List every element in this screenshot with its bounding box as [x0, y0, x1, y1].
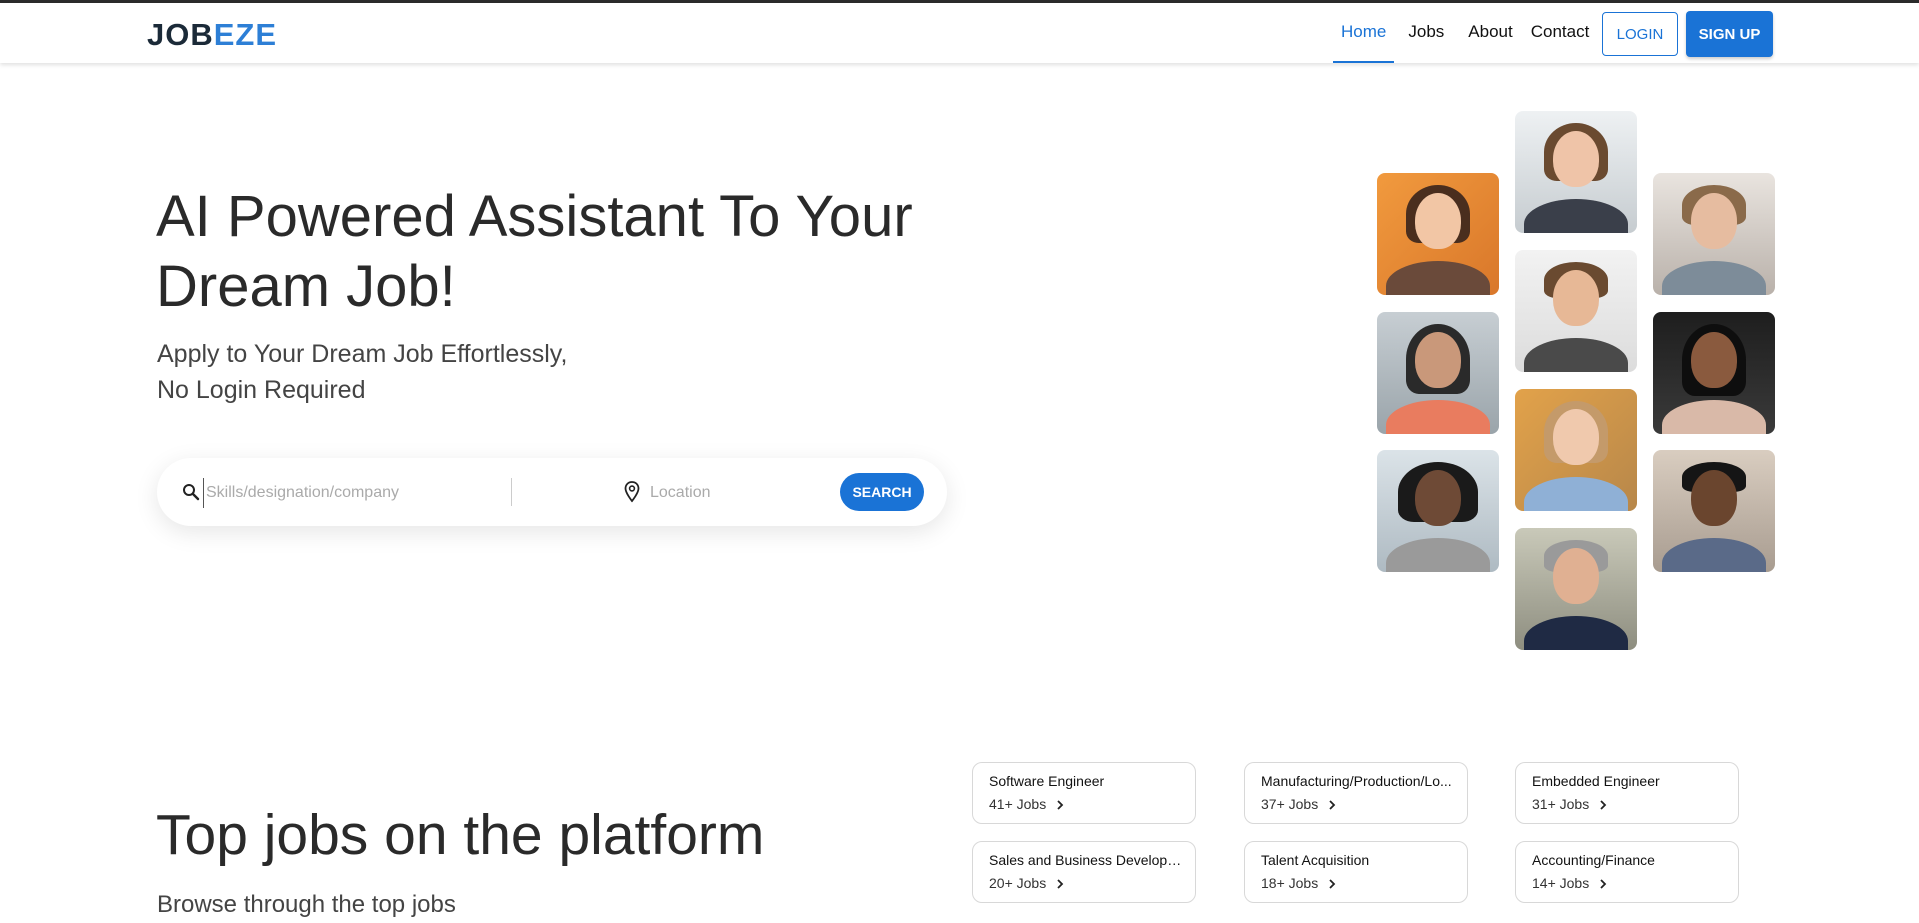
portrait-photo: [1515, 250, 1637, 372]
nav-contact[interactable]: Contact: [1523, 3, 1598, 63]
job-category-card[interactable]: Software Engineer 41+ Jobs: [972, 762, 1196, 824]
hero-title-line1: AI Powered Assistant To Your: [156, 184, 913, 249]
hero-title: AI Powered Assistant To Your Dream Job!: [156, 182, 916, 322]
chevron-right-icon: [1057, 879, 1064, 889]
chevron-right-icon: [1600, 879, 1607, 889]
chevron-right-icon: [1329, 800, 1336, 810]
chevron-right-icon: [1329, 879, 1336, 889]
portrait-photo: [1377, 173, 1499, 295]
nav-links: Home Jobs About Contact: [1333, 3, 1597, 63]
portrait-photo: [1377, 450, 1499, 572]
chevron-right-icon: [1600, 800, 1607, 810]
job-category-card[interactable]: Sales and Business Developm... 20+ Jobs: [972, 841, 1196, 903]
chevron-right-icon: [1057, 800, 1064, 810]
search-button[interactable]: SEARCH: [840, 473, 924, 511]
job-category-count: 20+ Jobs: [989, 875, 1047, 891]
job-category-count: 14+ Jobs: [1532, 875, 1590, 891]
portrait-photo: [1377, 312, 1499, 434]
top-jobs-subtitle: Browse through the top jobs: [157, 891, 456, 918]
search-icon: [183, 484, 200, 501]
search-divider: [511, 478, 512, 506]
portrait-photo: [1515, 528, 1637, 650]
job-category-card[interactable]: Talent Acquisition 18+ Jobs: [1244, 841, 1468, 903]
skills-search-input[interactable]: [203, 478, 498, 508]
job-category-title: Software Engineer: [989, 773, 1105, 789]
job-category-count: 31+ Jobs: [1532, 796, 1590, 812]
top-jobs-title: Top jobs on the platform: [156, 803, 765, 867]
logo-text-eze: EZE: [213, 17, 278, 52]
logo[interactable]: JOBEZE: [147, 17, 277, 53]
job-category-count: 41+ Jobs: [989, 796, 1047, 812]
location-pin-icon: [624, 481, 640, 503]
navbar: JOBEZE Home Jobs About Contact LOGIN SIG…: [0, 3, 1919, 63]
job-category-count: 37+ Jobs: [1261, 796, 1319, 812]
job-category-card[interactable]: Embedded Engineer 31+ Jobs: [1515, 762, 1739, 824]
job-category-title: Sales and Business Developm...: [989, 852, 1185, 868]
nav-about[interactable]: About: [1460, 3, 1520, 63]
hero-title-line2: Dream Job!: [156, 254, 456, 319]
job-category-title: Embedded Engineer: [1532, 773, 1660, 789]
portrait-photo: [1653, 450, 1775, 572]
job-category-title: Accounting/Finance: [1532, 852, 1655, 868]
search-bar: SEARCH: [157, 458, 947, 526]
logo-text-job: JOB: [147, 17, 214, 52]
location-input[interactable]: [648, 478, 832, 508]
job-category-title: Manufacturing/Production/Lo...: [1261, 773, 1452, 789]
signup-button[interactable]: SIGN UP: [1686, 11, 1773, 57]
login-button[interactable]: LOGIN: [1602, 12, 1678, 56]
hero-subtitle-line1: Apply to Your Dream Job Effortlessly,: [157, 340, 568, 368]
portrait-photo: [1515, 111, 1637, 233]
nav-home[interactable]: Home: [1333, 3, 1395, 63]
portrait-photo: [1653, 312, 1775, 434]
hero-subtitle: Apply to Your Dream Job Effortlessly, No…: [157, 336, 677, 408]
portrait-photo: [1653, 173, 1775, 295]
portrait-photo: [1515, 389, 1637, 511]
job-category-card[interactable]: Manufacturing/Production/Lo... 37+ Jobs: [1244, 762, 1468, 824]
nav-jobs[interactable]: Jobs: [1400, 3, 1452, 63]
job-category-count: 18+ Jobs: [1261, 875, 1319, 891]
job-category-card[interactable]: Accounting/Finance 14+ Jobs: [1515, 841, 1739, 903]
job-category-title: Talent Acquisition: [1261, 852, 1370, 868]
hero-subtitle-line2: No Login Required: [157, 376, 366, 404]
